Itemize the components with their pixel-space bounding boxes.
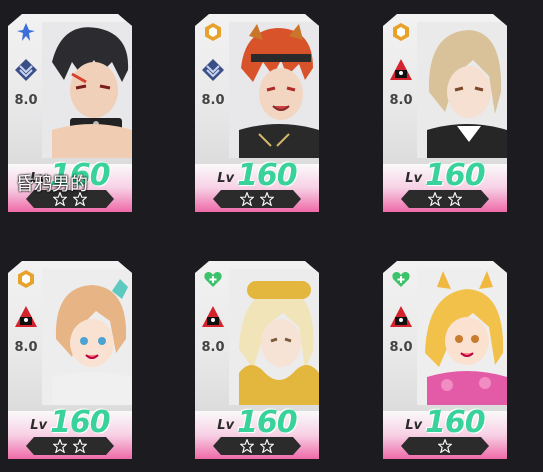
hexagon-icon (391, 22, 411, 42)
triangle-icon (14, 305, 38, 329)
triangle-icon (201, 305, 225, 329)
character-card-6[interactable]: 8.0 Lv 160 (383, 261, 507, 459)
character-portrait (42, 269, 132, 405)
score-value: 8.0 (201, 93, 225, 108)
chevron-icon (14, 58, 38, 82)
score-value: 8.0 (201, 340, 225, 355)
star-icon (260, 439, 274, 453)
hexagon-icon (16, 269, 36, 289)
level-row: Lv 160 (383, 404, 507, 438)
score-value: 8.0 (14, 93, 38, 108)
level-row: Lv 160 (195, 404, 319, 438)
star-icon (53, 439, 67, 453)
score-value: 8.0 (389, 93, 413, 108)
level-row: Lv 160 (8, 404, 132, 438)
character-portrait (417, 22, 507, 158)
chevron-icon (201, 58, 225, 82)
triangle-icon (389, 58, 413, 82)
character-card-3[interactable]: 8.0 Lv 160 (383, 14, 507, 212)
star-icon (240, 439, 254, 453)
star-rating (213, 437, 301, 455)
character-card-2[interactable]: 8.0 Lv 160 (195, 14, 319, 212)
level-value: 160 (425, 405, 485, 440)
character-portrait (417, 269, 507, 405)
level-value: 160 (425, 158, 485, 193)
star-rating (401, 190, 489, 208)
heart-icon (391, 269, 411, 289)
level-value: 160 (50, 405, 110, 440)
character-card-5[interactable]: 8.0 Lv 160 (195, 261, 319, 459)
level-row: Lv 160 (383, 157, 507, 191)
level-label: Lv (30, 418, 48, 433)
star-icon (438, 439, 452, 453)
score-value: 8.0 (389, 340, 413, 355)
character-portrait (229, 269, 319, 405)
star-icon (260, 192, 274, 206)
star-icon (428, 192, 442, 206)
star-icon (448, 192, 462, 206)
star-icon (73, 439, 87, 453)
score-value: 8.0 (14, 340, 38, 355)
character-portrait (42, 22, 132, 158)
star-rating (213, 190, 301, 208)
level-label: Lv (217, 171, 235, 186)
level-label: Lv (405, 171, 423, 186)
overlay-caption: 昏鸦男的 (16, 174, 88, 195)
character-card-1[interactable]: 8.0 Lv 160 昏鸦男的 (8, 14, 132, 212)
star-icon (240, 192, 254, 206)
star-rating (26, 437, 114, 455)
plane-icon (16, 22, 36, 42)
character-portrait (229, 22, 319, 158)
star-rating (401, 437, 489, 455)
character-card-4[interactable]: 8.0 Lv 160 (8, 261, 132, 459)
level-row: Lv 160 (195, 157, 319, 191)
heart-icon (203, 269, 223, 289)
level-value: 160 (237, 405, 297, 440)
level-value: 160 (237, 158, 297, 193)
hexagon-icon (203, 22, 223, 42)
level-label: Lv (405, 418, 423, 433)
triangle-icon (389, 305, 413, 329)
level-label: Lv (217, 418, 235, 433)
